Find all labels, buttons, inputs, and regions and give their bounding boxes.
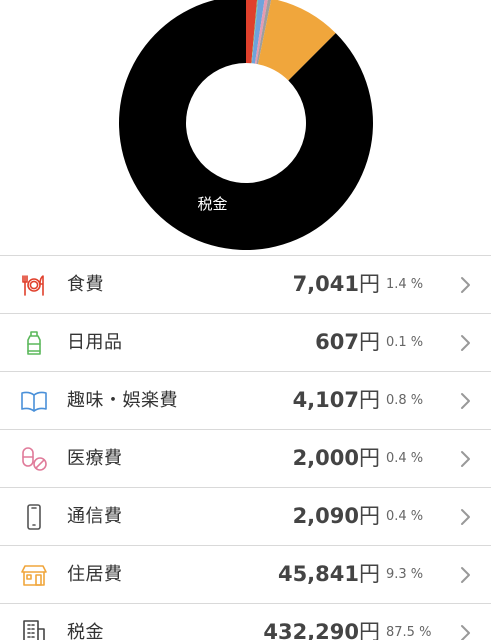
category-percent: 0.1 % — [386, 335, 424, 350]
currency-unit: 円 — [359, 620, 380, 640]
category-percent: 0.4 % — [386, 509, 424, 524]
currency-unit: 円 — [359, 562, 380, 586]
currency-unit: 円 — [359, 330, 380, 354]
category-name: 住居費 — [67, 564, 123, 585]
category-row[interactable]: 税金 432,290円 87.5 % — [0, 604, 491, 640]
category-amount: 2,000円 — [293, 430, 380, 487]
donut-chart-area: 税金 — [0, 0, 491, 255]
category-amount: 2,090円 — [293, 488, 380, 545]
chevron-right-icon — [458, 333, 472, 353]
donut-chart: 税金 — [119, 0, 373, 250]
pills-icon — [20, 445, 48, 473]
chevron-right-icon — [458, 565, 472, 585]
currency-unit: 円 — [359, 504, 380, 528]
amount-value: 607 — [315, 330, 359, 354]
amount-value: 45,841 — [277, 562, 359, 586]
chevron-right-icon — [458, 507, 472, 527]
building-icon — [20, 619, 48, 640]
category-row[interactable]: 通信費 2,090円 0.4 % — [0, 488, 491, 546]
category-name: 食費 — [67, 274, 104, 295]
category-row[interactable]: 住居費 45,841円 9.3 % — [0, 546, 491, 604]
amount-value: 7,041 — [292, 272, 359, 296]
currency-unit: 円 — [359, 388, 380, 412]
chevron-right-icon — [458, 449, 472, 469]
category-name: 医療費 — [67, 448, 123, 469]
category-name: 趣味・娯楽費 — [67, 390, 178, 411]
category-amount: 4,107円 — [293, 372, 380, 429]
chevron-right-icon — [458, 623, 472, 640]
chevron-right-icon — [458, 391, 472, 411]
category-name: 通信費 — [67, 506, 123, 527]
category-percent: 0.4 % — [386, 451, 424, 466]
category-amount: 607円 — [315, 314, 380, 371]
category-percent: 1.4 % — [386, 277, 424, 292]
fork-knife-plate-icon — [20, 271, 48, 299]
smartphone-icon — [20, 503, 48, 531]
currency-unit: 円 — [359, 272, 380, 296]
amount-value: 4,107 — [292, 388, 359, 412]
category-row[interactable]: 医療費 2,000円 0.4 % — [0, 430, 491, 488]
detergent-bottle-icon — [20, 329, 48, 357]
expense-breakdown-screen: 税金 食費 7,041円 1.4 % 日用品 607円 0.1 % 趣味・娯楽費 4,107円… — [0, 0, 491, 640]
category-row[interactable]: 食費 7,041円 1.4 % — [0, 256, 491, 314]
category-amount: 432,290円 — [263, 604, 380, 640]
category-percent: 87.5 % — [386, 625, 432, 640]
category-row[interactable]: 日用品 607円 0.1 % — [0, 314, 491, 372]
amount-value: 2,000 — [292, 446, 359, 470]
amount-value: 432,290 — [263, 620, 359, 640]
open-book-icon — [20, 387, 48, 415]
currency-unit: 円 — [359, 446, 380, 470]
category-row[interactable]: 趣味・娯楽費 4,107円 0.8 % — [0, 372, 491, 430]
donut-slice-label: 税金 — [198, 195, 228, 213]
category-amount: 45,841円 — [278, 546, 380, 603]
category-name: 税金 — [67, 622, 104, 640]
category-list: 食費 7,041円 1.4 % 日用品 607円 0.1 % 趣味・娯楽費 4,107円 0.8… — [0, 255, 491, 640]
amount-value: 2,090 — [292, 504, 359, 528]
donut-slice-7 — [119, 0, 373, 250]
category-amount: 7,041円 — [293, 256, 380, 313]
house-icon — [20, 561, 48, 589]
category-name: 日用品 — [67, 332, 123, 353]
category-percent: 9.3 % — [386, 567, 424, 582]
chevron-right-icon — [458, 275, 472, 295]
category-percent: 0.8 % — [386, 393, 424, 408]
